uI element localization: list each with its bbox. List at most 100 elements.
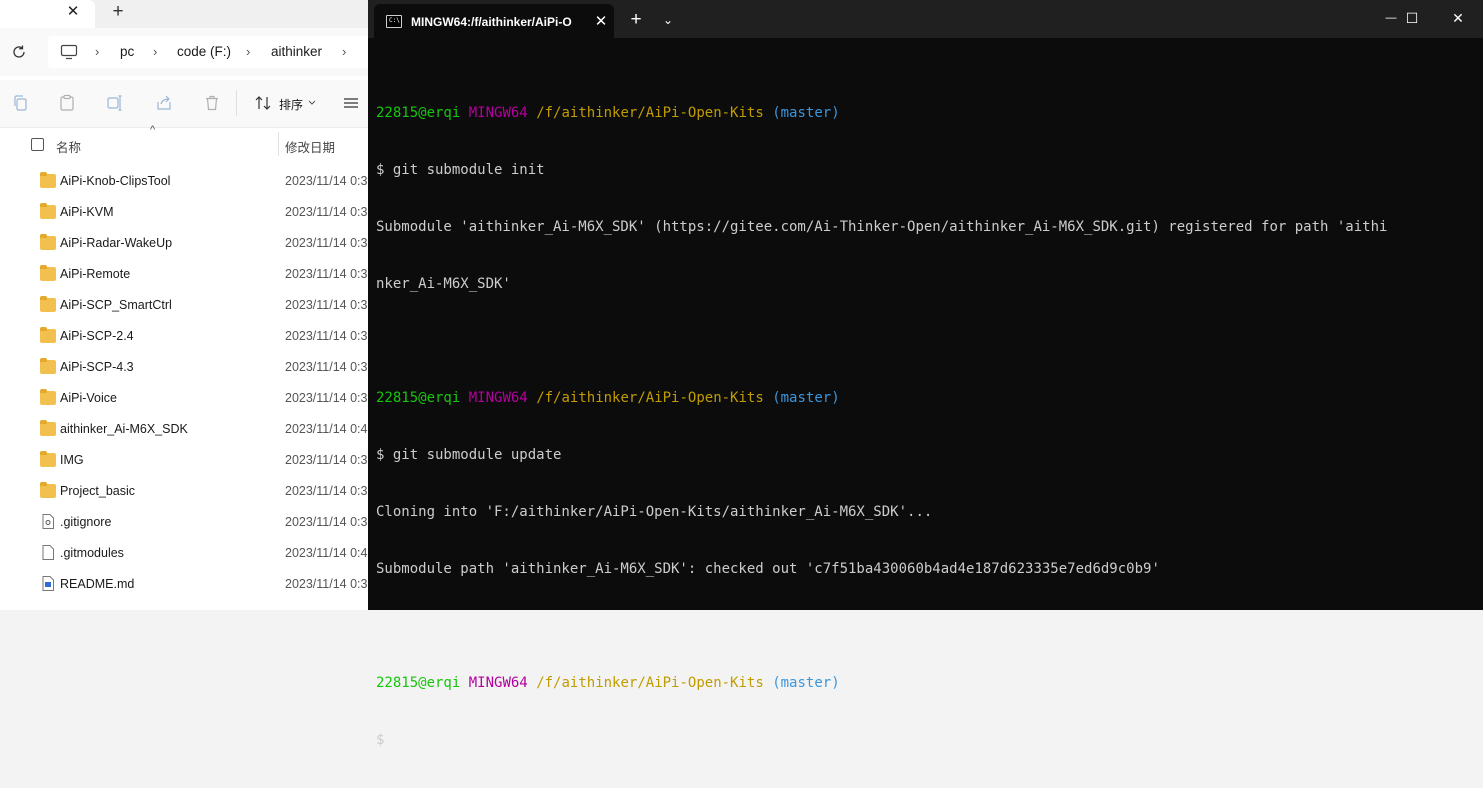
prompt-user: 22815@erqi [376,675,461,691]
share-icon[interactable] [155,94,173,112]
column-header-date[interactable]: 修改日期 [285,137,335,156]
file-date: 2023/11/14 0:4 [285,422,368,436]
file-date: 2023/11/14 0:3 [285,236,368,250]
file-explorer-window: ✕ + › pc › code (F:) › aithinker › 排序 ^ … [0,0,370,610]
file-name: AiPi-SCP-4.3 [60,360,134,374]
file-name: AiPi-Radar-WakeUp [60,236,173,250]
delete-icon[interactable] [203,94,221,112]
sort-button-label[interactable]: 排序 [279,96,303,113]
file-row[interactable]: Project_basic 2023/11/14 0:3 [0,476,370,507]
new-tab-button[interactable]: + [108,2,128,22]
file-date: 2023/11/14 0:3 [285,484,368,498]
folder-icon [40,265,56,281]
file-name: AiPi-KVM [60,205,114,219]
maximize-button[interactable]: ☐ [1392,4,1432,32]
file-name: AiPi-Knob-ClipsTool [60,174,171,188]
file-date: 2023/11/14 0:3 [285,174,368,188]
file-row[interactable]: .gitmodules 2023/11/14 0:4 [0,538,370,569]
file-name: AiPi-SCP-2.4 [60,329,134,343]
close-icon[interactable]: ✕ [64,3,82,21]
explorer-tab[interactable]: ✕ [0,0,95,28]
command-line: $ git submodule init [376,162,545,178]
chevron-down-icon[interactable]: ⌄ [658,10,678,30]
file-row[interactable]: AiPi-Remote 2023/11/14 0:3 [0,259,370,290]
prompt-system: MINGW64 [468,675,528,691]
markdown-file-icon [40,576,56,591]
folder-icon [40,296,56,312]
breadcrumb-separator: › [342,44,347,59]
sort-icon[interactable] [254,94,272,112]
file-name: AiPi-Remote [60,267,131,281]
terminal-tab[interactable]: C:\ MINGW64:/f/aithinker/AiPi-O ✕ [374,4,614,38]
new-tab-button[interactable]: + [626,10,646,30]
breadcrumb-pc[interactable]: pc [120,44,134,59]
file-name: AiPi-Voice [60,391,117,405]
terminal-output[interactable]: 22815@erqi MINGW64 /f/aithinker/AiPi-Ope… [376,66,1471,788]
file-name: IMG [60,453,84,467]
folder-icon [40,234,56,250]
folder-icon [40,203,56,219]
breadcrumb-separator: › [95,44,100,59]
file-date: 2023/11/14 0:3 [285,267,368,281]
toolbar-divider [236,90,237,116]
select-all-checkbox[interactable] [31,138,44,151]
file-row[interactable]: IMG 2023/11/14 0:3 [0,445,370,476]
prompt-branch: (master) [772,390,840,406]
prompt-path: /f/aithinker/AiPi-Open-Kits [536,390,764,406]
file-row[interactable]: AiPi-Voice 2023/11/14 0:3 [0,383,370,414]
file-date: 2023/11/14 0:3 [285,515,368,529]
file-name: .gitmodules [60,546,124,560]
command-line: $ [376,732,385,748]
file-row[interactable]: README.md 2023/11/14 0:3 [0,569,370,600]
breadcrumb-separator: › [153,44,158,59]
window-close-button[interactable]: ✕ [1438,4,1478,32]
copy-icon[interactable] [12,94,30,112]
view-icon[interactable] [342,94,360,112]
file-name: .gitignore [60,515,112,529]
terminal-title-bar[interactable]: C:\ MINGW64:/f/aithinker/AiPi-O ✕ + ⌄ — … [368,0,1483,38]
breadcrumb-drive[interactable]: code (F:) [177,44,231,59]
prompt-path: /f/aithinker/AiPi-Open-Kits [536,105,764,121]
file-name: aithinker_Ai-M6X_SDK [60,422,188,436]
breadcrumb-separator: › [246,44,251,59]
breadcrumb-folder[interactable]: aithinker [271,44,322,59]
rename-icon[interactable] [106,94,124,112]
terminal-icon: C:\ [386,15,402,28]
file-row[interactable]: AiPi-Radar-WakeUp 2023/11/14 0:3 [0,228,370,259]
file-row[interactable]: aithinker_Ai-M6X_SDK 2023/11/14 0:4 [0,414,370,445]
folder-icon [40,451,56,467]
settings-file-icon [40,514,56,529]
column-divider[interactable] [278,132,279,156]
file-date: 2023/11/14 0:3 [285,298,368,312]
folder-icon [40,482,56,498]
output-line: Cloning into 'F:/aithinker/AiPi-Open-Kit… [376,504,933,520]
column-header-name[interactable]: 名称 [56,137,81,156]
file-row[interactable]: AiPi-SCP_SmartCtrl 2023/11/14 0:3 [0,290,370,321]
file-date: 2023/11/14 0:3 [285,391,368,405]
command-line: $ git submodule update [376,447,562,463]
explorer-tab-bar: ✕ + [0,0,370,28]
file-row[interactable]: AiPi-SCP-2.4 2023/11/14 0:3 [0,321,370,352]
file-date: 2023/11/14 0:4 [285,546,368,560]
folder-icon [40,358,56,374]
prompt-line: 22815@erqi MINGW64 /f/aithinker/AiPi-Ope… [376,389,1471,408]
output-line: nker_Ai-M6X_SDK' [376,276,511,292]
file-name: Project_basic [60,484,136,498]
file-row[interactable]: AiPi-KVM 2023/11/14 0:3 [0,197,370,228]
file-row[interactable]: AiPi-Knob-ClipsTool 2023/11/14 0:3 [0,166,370,197]
refresh-icon[interactable] [10,43,28,61]
file-date: 2023/11/14 0:3 [285,360,368,374]
prompt-path: /f/aithinker/AiPi-Open-Kits [536,675,764,691]
prompt-branch: (master) [772,105,840,121]
close-icon[interactable]: ✕ [591,12,611,32]
prompt-user: 22815@erqi [376,105,461,121]
output-line: Submodule path 'aithinker_Ai-M6X_SDK': c… [376,561,1160,577]
file-row[interactable]: .gitignore 2023/11/14 0:3 [0,507,370,538]
paste-icon[interactable] [58,94,76,112]
file-name: AiPi-SCP_SmartCtrl [60,298,172,312]
terminal-tab-title: MINGW64:/f/aithinker/AiPi-O [411,15,572,29]
file-row[interactable]: AiPi-SCP-4.3 2023/11/14 0:3 [0,352,370,383]
prompt-system: MINGW64 [468,105,528,121]
